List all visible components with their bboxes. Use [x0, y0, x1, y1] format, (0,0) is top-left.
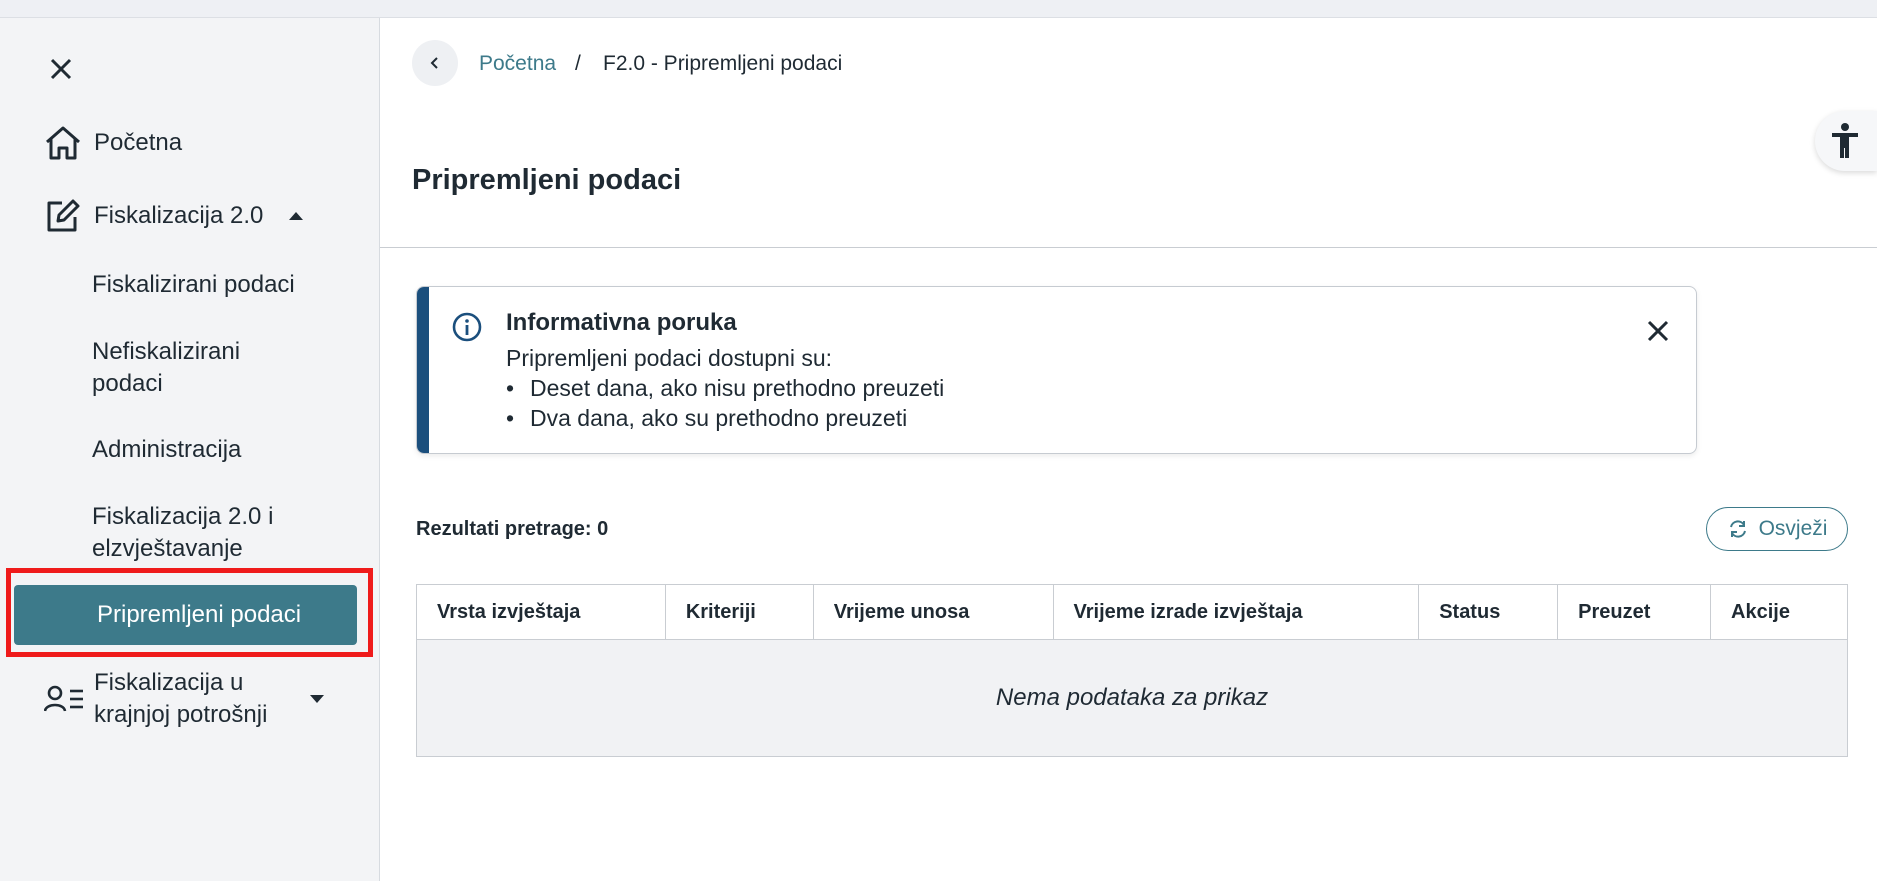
close-icon: [50, 58, 72, 80]
user-list-icon: [44, 685, 83, 712]
header-divider: [380, 247, 1877, 248]
col-header-akcije: Akcije: [1710, 584, 1848, 640]
col-header-kriteriji[interactable]: Kriteriji: [664, 584, 814, 640]
sidebar-item-label: Fiskalizacija 2.0: [94, 202, 264, 229]
sidebar-item-label: Fiskalizacija u krajnjoj potrošnji: [94, 669, 268, 728]
info-title: Informativna poruka: [506, 309, 737, 336]
sidebar-item-fiskalizirani[interactable]: Fiskalizirani podaci: [92, 269, 295, 301]
results-count: Rezultati pretrage: 0: [416, 518, 609, 540]
home-icon: [46, 126, 80, 160]
sidebar-item-label: Početna: [94, 129, 183, 156]
sidebar-item-elzvjestavanje[interactable]: Fiskalizacija 2.0 i elzvještavanje: [92, 501, 312, 565]
col-header-status[interactable]: Status: [1418, 584, 1559, 640]
edit-icon: [47, 199, 80, 232]
sidebar-item-krajnja-potrosnja[interactable]: Fiskalizacija u krajnjoj potrošnji: [44, 666, 324, 732]
accessibility-icon: [1832, 123, 1858, 158]
refresh-icon: [1729, 520, 1746, 538]
sidebar-item-administracija[interactable]: Administracija: [92, 434, 241, 466]
breadcrumb-home-link[interactable]: Početna: [479, 52, 556, 76]
sidebar-item-fiskalizacija-2[interactable]: Fiskalizacija 2.0: [44, 196, 304, 236]
info-bullet: • Dva dana, ako su prethodno preuzeti: [506, 405, 908, 431]
sidebar-item-label: Pripremljeni podaci: [97, 601, 302, 628]
refresh-button[interactable]: Osvježi: [1706, 507, 1848, 551]
info-bullet-text: Dva dana, ako su prethodno preuzeti: [530, 405, 908, 431]
page-title: Pripremljeni podaci: [412, 164, 682, 196]
col-header-vrsta[interactable]: Vrsta izvještaja: [416, 584, 666, 640]
info-body: Pripremljeni podaci dostupni su: • Deset …: [506, 343, 944, 433]
empty-state-text: Nema podataka za prikaz: [416, 639, 1848, 757]
info-close-button[interactable]: [1642, 315, 1674, 347]
breadcrumb-separator: /: [575, 52, 581, 75]
col-header-vrijeme-izrade[interactable]: Vrijeme izrade izvještaja: [1052, 584, 1420, 640]
results-table: Vrsta izvještaja Kriteriji Vrijeme unosa…: [416, 584, 1848, 757]
sidebar-item-pripremljeni-podaci[interactable]: Pripremljeni podaci: [14, 585, 357, 645]
close-icon: [1647, 320, 1669, 342]
sidebar-item-home[interactable]: Početna: [44, 123, 182, 163]
col-header-vrijeme-unosa[interactable]: Vrijeme unosa: [812, 584, 1054, 640]
info-message: Informativna poruka Pripremljeni podaci …: [416, 286, 1697, 454]
info-bullet-text: Deset dana, ako nisu prethodno preuzeti: [530, 375, 945, 401]
info-icon: [452, 312, 482, 342]
chevron-left-icon: [430, 57, 438, 69]
table-row: Nema podataka za prikaz: [416, 639, 1848, 757]
close-menu-button[interactable]: [44, 52, 78, 86]
back-button[interactable]: [412, 40, 458, 86]
info-intro: Pripremljeni podaci dostupni su:: [506, 345, 833, 371]
info-accent-bar: [417, 287, 429, 453]
breadcrumb-current: F2.0 - Pripremljeni podaci: [603, 52, 843, 75]
refresh-label: Osvježi: [1758, 517, 1828, 540]
chevron-up-icon: [289, 212, 304, 220]
info-bullet: • Deset dana, ako nisu prethodno preuzeti: [506, 375, 945, 401]
chevron-down-icon: [310, 695, 324, 703]
table-header-row: Vrsta izvještaja Kriteriji Vrijeme unosa…: [416, 584, 1848, 640]
accessibility-button[interactable]: [1815, 111, 1877, 171]
col-header-preuzet[interactable]: Preuzet: [1557, 584, 1712, 640]
sidebar-item-nefiskalizirani[interactable]: Nefiskalizirani podaci: [92, 336, 282, 400]
browser-top-strip: [0, 0, 1877, 18]
